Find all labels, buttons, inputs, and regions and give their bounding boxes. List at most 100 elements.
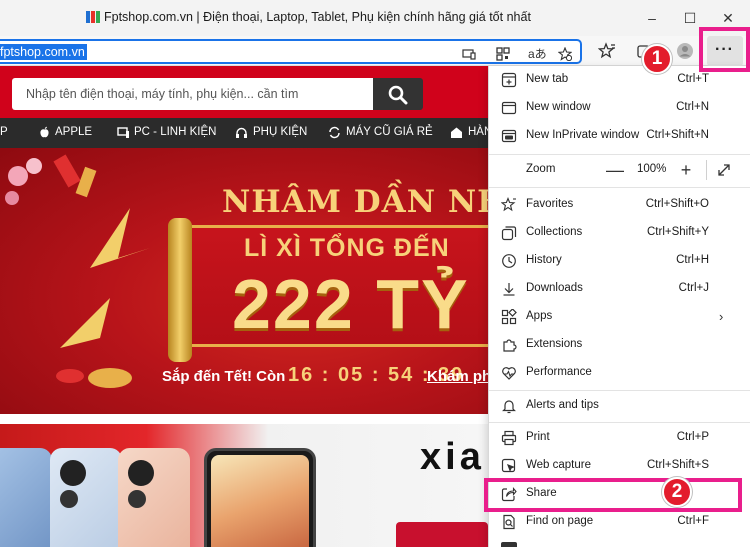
site-nav: P APPLE PC - LINH KIỆN PHỤ KIỆN MÁY CŨ G… xyxy=(0,118,492,148)
menu-item-shortcut: Ctrl+P xyxy=(676,431,709,443)
submenu-arrow-icon: › xyxy=(719,309,724,324)
banner-headline: NHÂM DẦN NHƯ Ý xyxy=(222,184,488,220)
search-placeholder: Nhập tên điện thoại, máy tính, phụ kiện.… xyxy=(26,87,299,101)
zoom-in-button[interactable]: + xyxy=(675,156,697,184)
menu-separator xyxy=(489,390,750,391)
nav-item-pc[interactable]: PC - LINH KIỆN xyxy=(134,126,216,138)
search-button[interactable] xyxy=(373,78,423,110)
pc-icon xyxy=(117,127,129,138)
profile-icon[interactable] xyxy=(676,42,694,60)
title-bar: Fptshop.com.vn | Điện thoại, Laptop, Tab… xyxy=(0,0,750,36)
banner-amount: 222 TỶ xyxy=(232,265,470,343)
window-title: Fptshop.com.vn | Điện thoại, Laptop, Tab… xyxy=(104,10,531,24)
search-input[interactable]: Nhập tên điện thoại, máy tính, phụ kiện.… xyxy=(12,78,374,110)
fpt-logo-icon xyxy=(86,11,100,23)
banner-explore-link[interactable]: Khám ph xyxy=(427,368,488,385)
maximize-button[interactable]: ☐ xyxy=(680,8,700,28)
menu-item-inprivate[interactable]: New InPrivate window Ctrl+Shift+N xyxy=(489,122,750,150)
promo-button[interactable] xyxy=(396,522,488,547)
phone-image xyxy=(204,448,316,547)
close-button[interactable]: ✕ xyxy=(718,8,738,28)
menu-item-shortcut: Ctrl+N xyxy=(676,101,709,113)
apple-icon xyxy=(40,126,49,138)
highlight-share-item xyxy=(484,478,742,512)
menu-item-label: Find on page xyxy=(526,515,594,527)
xiaomi-promo[interactable]: xia xyxy=(0,418,488,547)
banner-scroll xyxy=(168,218,192,362)
menu-item-zoom: Zoom — 100% + xyxy=(489,156,750,184)
app-available-icon[interactable] xyxy=(462,47,476,61)
collections-icon xyxy=(501,226,517,241)
alerts-icon xyxy=(502,400,516,414)
new-tab-icon xyxy=(501,72,517,88)
refurbished-icon xyxy=(329,126,340,139)
browser-screen: Fptshop.com.vn | Điện thoại, Laptop, Tab… xyxy=(0,0,750,547)
menu-item-find[interactable]: Find on page Ctrl+F xyxy=(489,508,750,536)
menu-item-history[interactable]: History Ctrl+H xyxy=(489,247,750,275)
zoom-out-button[interactable]: — xyxy=(604,156,626,184)
nav-item-apple[interactable]: APPLE xyxy=(55,126,92,138)
performance-icon xyxy=(502,367,516,380)
menu-separator xyxy=(489,187,750,188)
extensions-icon xyxy=(503,339,517,352)
banner-decoration xyxy=(5,154,150,388)
menu-item-label: New InPrivate window xyxy=(526,129,640,141)
menu-item-shortcut: Ctrl+Shift+Y xyxy=(647,226,709,238)
settings-menu: New tab Ctrl+T New window Ctrl+N New InP… xyxy=(488,66,750,547)
menu-item-shortcut: Ctrl+J xyxy=(678,282,709,294)
nav-item-may-cu[interactable]: MÁY CŨ GIÁ RẺ xyxy=(346,126,433,138)
fullscreen-icon[interactable] xyxy=(716,162,732,178)
menu-item-downloads[interactable]: Downloads Ctrl+J xyxy=(489,275,750,303)
url-text[interactable]: fptshop.com.vn xyxy=(0,44,87,60)
menu-item-collections[interactable]: Collections Ctrl+Shift+Y xyxy=(489,219,750,247)
menu-item-label: Web capture xyxy=(526,459,591,471)
menu-separator xyxy=(489,154,750,155)
nav-item-p[interactable]: P xyxy=(0,126,8,138)
menu-item-label: New tab xyxy=(526,73,569,85)
highlight-more-button xyxy=(699,27,750,72)
site-header: Nhập tên điện thoại, máy tính, phụ kiện.… xyxy=(0,66,488,118)
favorites-icon xyxy=(501,197,516,212)
menu-item-alerts[interactable]: Alerts and tips xyxy=(489,392,750,420)
menu-item-new-window[interactable]: New window Ctrl+N xyxy=(489,94,750,122)
menu-item-label: History xyxy=(526,254,562,266)
history-icon xyxy=(502,254,516,268)
menu-item-label: Favorites xyxy=(526,198,574,210)
menu-item-web-capture[interactable]: Web capture Ctrl+Shift+S xyxy=(489,452,750,480)
countdown-label: Sắp đến Tết! Còn xyxy=(162,368,286,385)
menu-item-performance[interactable]: Performance xyxy=(489,359,750,387)
menu-item-cutoff xyxy=(501,542,701,547)
new-window-icon xyxy=(501,101,517,115)
phone-image xyxy=(118,448,190,547)
phone-image xyxy=(0,448,52,547)
step-1-badge: 1 xyxy=(642,44,672,74)
menu-item-apps[interactable]: Apps › xyxy=(489,303,750,331)
tet-banner[interactable]: NHÂM DẦN NHƯ Ý LÌ XÌ TỔNG ĐẾN 222 TỶ Sắp… xyxy=(0,148,488,414)
phone-image xyxy=(50,448,122,547)
address-bar[interactable]: fptshop.com.vn aあ xyxy=(0,39,582,64)
menu-item-favorites[interactable]: Favorites Ctrl+Shift+O xyxy=(489,191,750,219)
promo-divider xyxy=(0,418,488,424)
menu-item-label: Performance xyxy=(526,366,592,378)
store-icon xyxy=(451,127,462,138)
nav-item-phu-kien[interactable]: PHỤ KIỆN xyxy=(253,126,307,138)
menu-item-label: Collections xyxy=(526,226,583,238)
downloads-icon xyxy=(503,283,515,296)
find-icon xyxy=(503,514,515,530)
favorites-icon[interactable] xyxy=(598,42,616,60)
menu-item-print[interactable]: Print Ctrl+P xyxy=(489,424,750,452)
xiaomi-brand-text: xia xyxy=(420,436,485,478)
inprivate-icon xyxy=(501,129,517,143)
qr-code-icon[interactable] xyxy=(496,47,510,61)
menu-item-label: Print xyxy=(526,431,550,443)
zoom-divider xyxy=(706,160,707,180)
favorite-add-icon[interactable] xyxy=(558,47,572,61)
apps-icon xyxy=(501,309,517,325)
minimize-button[interactable]: – xyxy=(642,8,662,28)
menu-item-extensions[interactable]: Extensions xyxy=(489,331,750,359)
zoom-level: 100% xyxy=(637,163,667,175)
menu-separator xyxy=(489,422,750,423)
headphone-icon xyxy=(236,127,247,138)
menu-item-label: Zoom xyxy=(526,163,556,175)
read-aloud-icon[interactable]: aあ xyxy=(528,45,548,61)
